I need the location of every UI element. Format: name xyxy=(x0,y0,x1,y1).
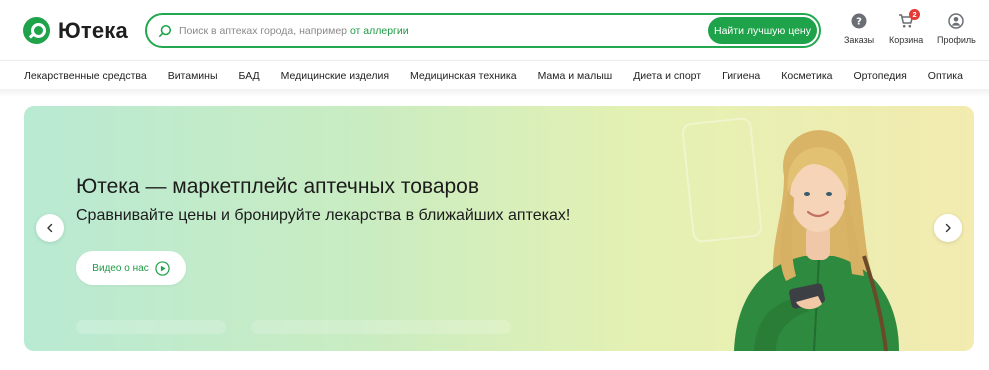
logo[interactable]: Ютека xyxy=(23,17,128,44)
search-icon xyxy=(158,24,172,37)
nav-item-supplements[interactable]: БАД xyxy=(239,70,260,82)
play-icon xyxy=(155,260,170,276)
nav-item-medical-equipment[interactable]: Медицинская техника xyxy=(410,70,517,82)
nav-item-hygiene[interactable]: Гигиена xyxy=(722,70,760,82)
search-bar[interactable]: Поиск в аптеках города, например от алле… xyxy=(145,13,821,48)
search-placeholder: Поиск в аптеках города, например xyxy=(179,24,348,37)
search-hint-link[interactable]: от аллергии xyxy=(350,25,409,37)
nav-item-mother-baby[interactable]: Мама и малыш xyxy=(538,70,613,82)
video-button-label: Видео о нас xyxy=(92,262,149,274)
svg-text:?: ? xyxy=(856,17,862,28)
nav-item-vitamins[interactable]: Витамины xyxy=(168,70,218,82)
banner-subtitle: Сравнивайте цены и бронируйте лекарства … xyxy=(76,207,571,224)
orders-button[interactable]: ? Заказы xyxy=(844,13,874,45)
find-best-price-button[interactable]: Найти лучшую цену xyxy=(708,17,817,44)
background-decoration xyxy=(76,320,516,334)
woman-with-phone-illustration xyxy=(734,130,899,351)
carousel-prev-button[interactable] xyxy=(36,214,64,242)
banner-title: Ютека — маркетплейс аптечных товаров xyxy=(76,175,480,198)
nav-shadow xyxy=(0,89,989,97)
cart-label: Корзина xyxy=(889,35,924,45)
category-nav: Лекарственные средства Витамины БАД Меди… xyxy=(0,60,989,90)
nav-item-medical-products[interactable]: Медицинские изделия xyxy=(281,70,389,82)
nav-item-diet-sport[interactable]: Диета и спорт xyxy=(633,70,701,82)
carousel-next-button[interactable] xyxy=(934,214,962,242)
nav-item-cosmetics[interactable]: Косметика xyxy=(781,70,832,82)
logo-icon xyxy=(23,17,50,44)
video-about-us-button[interactable]: Видео о нас xyxy=(76,251,186,285)
cart-count-badge: 2 xyxy=(909,9,921,20)
nav-item-orthopedics[interactable]: Ортопедия xyxy=(854,70,907,82)
cart-button[interactable]: 2 Корзина xyxy=(889,9,924,45)
question-icon: ? xyxy=(851,13,867,29)
header: Ютека Поиск в аптеках города, например о… xyxy=(0,0,989,60)
nav-item-optics[interactable]: Оптика xyxy=(928,70,963,82)
nav-item-medicines[interactable]: Лекарственные средства xyxy=(24,70,147,82)
promo-banner[interactable]: Ютека — маркетплейс аптечных товаров Сра… xyxy=(24,106,974,351)
cart-icon-wrap: 2 xyxy=(898,9,921,29)
chevron-right-icon xyxy=(945,223,951,233)
logo-text: Ютека xyxy=(58,17,128,43)
user-icon xyxy=(948,13,965,29)
chevron-left-icon xyxy=(47,223,53,233)
profile-label: Профиль xyxy=(937,35,976,45)
orders-label: Заказы xyxy=(844,35,875,45)
profile-button[interactable]: Профиль xyxy=(937,13,976,45)
